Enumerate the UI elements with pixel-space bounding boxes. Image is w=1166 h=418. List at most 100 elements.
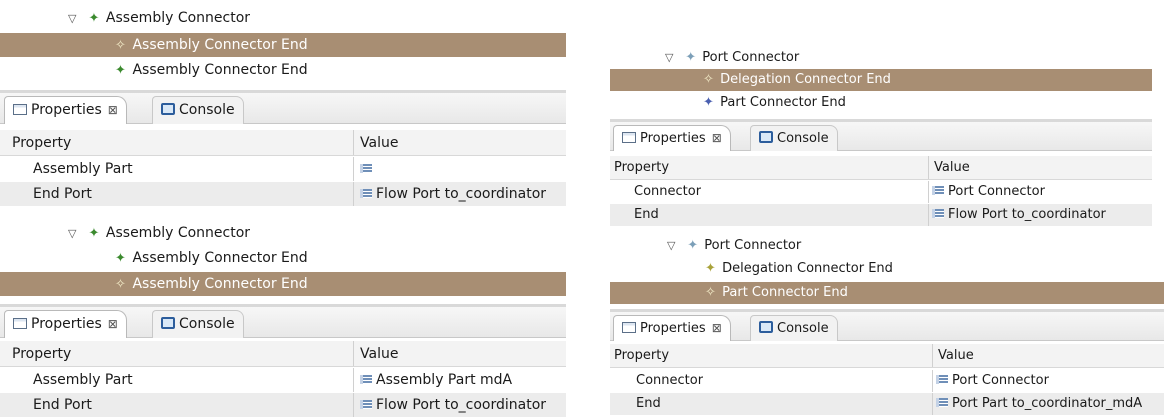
close-icon[interactable]: ⊠ bbox=[712, 321, 722, 335]
assembly-connector-icon: ✦ bbox=[88, 11, 100, 26]
tab-label: Properties bbox=[640, 321, 706, 336]
column-header-property[interactable]: Property bbox=[12, 130, 71, 155]
tree-item-label: Delegation Connector End bbox=[722, 261, 893, 276]
column-divider bbox=[353, 182, 354, 206]
tree-item-label: Port Connector bbox=[702, 50, 800, 65]
properties-icon bbox=[13, 104, 27, 115]
tree-item-label: Part Connector End bbox=[720, 95, 846, 110]
assembly-connector-icon: ✦ bbox=[88, 226, 100, 241]
property-grid-header: Property Value bbox=[610, 156, 1152, 180]
property-row[interactable]: End Port Flow Port to_coordinator bbox=[0, 393, 566, 417]
property-value[interactable]: Flow Port to_coordinator bbox=[360, 182, 546, 206]
property-value[interactable] bbox=[360, 157, 376, 181]
tab-label: Console bbox=[179, 316, 235, 332]
tree-item-port-connector[interactable]: ▽ ✦ Port Connector bbox=[610, 234, 1166, 258]
property-value[interactable]: Flow Port to_coordinator bbox=[932, 204, 1106, 226]
column-divider[interactable] bbox=[928, 156, 929, 179]
view-tab-bar: Properties ⊠ Console bbox=[0, 90, 566, 124]
part-connector-end-icon: ✧ bbox=[705, 285, 716, 300]
element-reference-icon bbox=[360, 189, 372, 198]
tab-properties[interactable]: Properties ⊠ bbox=[4, 96, 127, 124]
property-row[interactable]: End Port Flow Port to_coordinator bbox=[0, 182, 566, 206]
tab-console[interactable]: Console bbox=[750, 125, 838, 151]
tree-item-label: Assembly Connector End bbox=[132, 62, 308, 78]
tree-item-assembly-connector-end[interactable]: ✦ Assembly Connector End bbox=[0, 246, 566, 270]
property-name: Assembly Part bbox=[33, 161, 133, 177]
port-connector-icon: ✦ bbox=[685, 50, 697, 65]
column-header-property[interactable]: Property bbox=[614, 156, 669, 179]
tab-console[interactable]: Console bbox=[750, 315, 838, 341]
expand-triangle-icon[interactable]: ▽ bbox=[667, 234, 681, 258]
property-name: Assembly Part bbox=[33, 372, 133, 388]
part-connector-end-icon: ✦ bbox=[703, 95, 714, 110]
column-header-property[interactable]: Property bbox=[12, 341, 71, 366]
property-value[interactable]: Flow Port to_coordinator bbox=[360, 393, 546, 417]
column-header-value[interactable]: Value bbox=[360, 130, 398, 155]
property-value-text: Port Connector bbox=[948, 184, 1045, 199]
column-header-value[interactable]: Value bbox=[934, 156, 970, 179]
tree-item-part-connector-end[interactable]: ✧ Part Connector End bbox=[610, 282, 1164, 304]
tab-properties[interactable]: Properties ⊠ bbox=[4, 310, 127, 338]
element-reference-icon bbox=[360, 375, 372, 384]
property-value-text: Assembly Part mdA bbox=[376, 372, 513, 388]
tree-item-part-connector-end[interactable]: ✦ Part Connector End bbox=[610, 92, 1166, 114]
expand-triangle-icon[interactable]: ▽ bbox=[68, 222, 82, 246]
tree-item-delegation-connector-end[interactable]: ✧ Delegation Connector End bbox=[610, 69, 1152, 91]
console-icon bbox=[161, 317, 175, 329]
column-divider bbox=[928, 181, 929, 203]
property-row[interactable]: Connector Port Connector bbox=[610, 370, 1164, 392]
property-name: End Port bbox=[33, 186, 92, 202]
tree-item-assembly-connector-end[interactable]: ✦ Assembly Connector End bbox=[0, 58, 566, 82]
property-value[interactable]: Assembly Part mdA bbox=[360, 368, 512, 392]
console-icon bbox=[759, 321, 773, 333]
tree-item-label: Assembly Connector End bbox=[132, 250, 308, 266]
property-grid-header: Property Value bbox=[610, 344, 1164, 368]
tree-item-assembly-connector-end[interactable]: ✧ Assembly Connector End bbox=[0, 33, 566, 57]
tree-item-label: Part Connector End bbox=[722, 285, 848, 300]
property-name: Connector bbox=[636, 373, 704, 388]
tab-label: Properties bbox=[31, 102, 102, 118]
column-divider[interactable] bbox=[353, 130, 354, 155]
properties-icon bbox=[13, 318, 27, 329]
column-header-value[interactable]: Value bbox=[360, 341, 398, 366]
tab-console[interactable]: Console bbox=[152, 310, 244, 338]
assembly-connector-end-icon: ✧ bbox=[115, 38, 126, 53]
column-divider bbox=[932, 393, 933, 415]
tab-label: Properties bbox=[31, 316, 102, 332]
element-reference-icon bbox=[360, 164, 372, 173]
tree-item-label: Delegation Connector End bbox=[720, 72, 891, 87]
tab-label: Console bbox=[777, 321, 829, 336]
property-value[interactable]: Port Connector bbox=[936, 370, 1049, 392]
column-divider[interactable] bbox=[353, 341, 354, 366]
tab-properties[interactable]: Properties ⊠ bbox=[613, 315, 731, 341]
close-icon[interactable]: ⊠ bbox=[108, 317, 118, 331]
property-row[interactable]: Connector Port Connector bbox=[610, 181, 1152, 203]
column-header-property[interactable]: Property bbox=[614, 344, 669, 367]
tree-item-assembly-connector-end[interactable]: ✧ Assembly Connector End bbox=[0, 272, 566, 296]
expand-triangle-icon[interactable]: ▽ bbox=[68, 7, 82, 31]
property-name: End bbox=[634, 207, 659, 222]
tree-item-port-connector[interactable]: ▽ ✦ Port Connector bbox=[610, 46, 1166, 70]
tab-console[interactable]: Console bbox=[152, 96, 244, 124]
assembly-connector-end-icon: ✧ bbox=[115, 277, 126, 292]
property-row[interactable]: End Port Part to_coordinator_mdA bbox=[610, 393, 1164, 415]
tab-properties[interactable]: Properties ⊠ bbox=[613, 125, 731, 151]
delegation-connector-end-icon: ✧ bbox=[703, 72, 714, 87]
property-value[interactable]: Port Part to_coordinator_mdA bbox=[936, 393, 1142, 415]
delegation-connector-end-icon: ✦ bbox=[705, 261, 716, 276]
property-row[interactable]: Assembly Part bbox=[0, 157, 566, 181]
tree-item-assembly-connector[interactable]: ▽ ✦ Assembly Connector bbox=[0, 6, 566, 30]
close-icon[interactable]: ⊠ bbox=[108, 103, 118, 117]
expand-triangle-icon[interactable]: ▽ bbox=[665, 46, 679, 70]
tree-item-delegation-connector-end[interactable]: ✦ Delegation Connector End bbox=[610, 258, 1166, 280]
close-icon[interactable]: ⊠ bbox=[712, 131, 722, 145]
column-header-value[interactable]: Value bbox=[938, 344, 974, 367]
property-grid-header: Property Value bbox=[0, 341, 566, 367]
property-grid-header: Property Value bbox=[0, 130, 566, 156]
property-value[interactable]: Port Connector bbox=[932, 181, 1045, 203]
console-icon bbox=[759, 131, 773, 143]
column-divider[interactable] bbox=[932, 344, 933, 367]
property-row[interactable]: Assembly Part Assembly Part mdA bbox=[0, 368, 566, 392]
tree-item-assembly-connector[interactable]: ▽ ✦ Assembly Connector bbox=[0, 221, 566, 245]
property-row[interactable]: End Flow Port to_coordinator bbox=[610, 204, 1152, 226]
